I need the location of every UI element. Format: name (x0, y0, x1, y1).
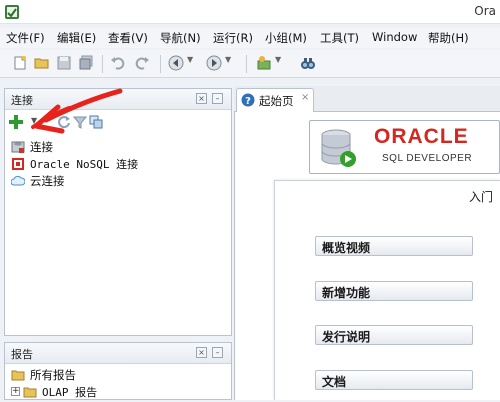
pane-restore-icon[interactable]: × (196, 347, 207, 358)
link-overview-video[interactable]: 概览视频 (315, 236, 473, 256)
tree-item-label: Oracle NoSQL 连接 (30, 158, 139, 171)
binoculars-icon[interactable] (300, 55, 316, 71)
connections-pane-title: 连接 (11, 94, 33, 107)
tree-item-label: OLAP 报告 (42, 386, 98, 399)
save-icon[interactable] (56, 55, 72, 71)
reports-pane-title: 报告 (11, 348, 33, 361)
app-icon (4, 4, 20, 20)
oracle-brand-text: ORACLE (374, 125, 469, 148)
menu-run[interactable]: 运行(R) (213, 30, 253, 46)
toolbar-separator (246, 55, 247, 73)
filter-icon[interactable] (72, 115, 88, 129)
tree-item-label: 连接 (30, 140, 53, 154)
menu-view[interactable]: 查看(V) (108, 30, 148, 46)
svg-text:?: ? (245, 96, 251, 107)
forward-icon[interactable] (206, 55, 222, 71)
cloud-icon (10, 174, 26, 187)
add-connection-dropdown-icon[interactable]: ▼ (31, 116, 37, 125)
tab-label: 起始页 (259, 94, 294, 108)
pane-restore-icon[interactable]: × (196, 93, 207, 104)
back-icon[interactable] (168, 55, 184, 71)
menu-team[interactable]: 小组(M) (265, 30, 307, 46)
nosql-icon (11, 157, 25, 170)
folder-icon (23, 385, 37, 398)
toolbar-separator (160, 55, 161, 73)
reports-pane-header: 报告 × – (5, 343, 231, 364)
product-name-text: SQL DEVELOPER (382, 153, 473, 164)
pane-minimize-icon[interactable]: – (212, 93, 223, 104)
link-release-notes[interactable]: 发行说明 (315, 325, 473, 345)
tree-item-label: 云连接 (30, 174, 65, 188)
database-logo-icon (318, 127, 358, 169)
connections-pane-header: 连接 × – (5, 89, 231, 110)
link-whats-new[interactable]: 新增功能 (315, 281, 473, 301)
schema-browser-icon[interactable] (89, 115, 103, 129)
menu-help[interactable]: 帮助(H) (428, 30, 469, 46)
oracle-sql-developer-logo: ORACLE SQL DEVELOPER (309, 120, 500, 174)
tab-close-icon[interactable]: × (301, 92, 309, 103)
help-icon: ? (241, 93, 255, 107)
connections-pane: 连接 × – ▼ 连接 Oracle NoSQL 连接 云连接 (4, 88, 232, 336)
menu-window[interactable]: Window (372, 30, 417, 44)
forward-dropdown-icon[interactable]: ▼ (225, 55, 231, 64)
redo-icon[interactable] (134, 55, 150, 71)
pane-minimize-icon[interactable]: – (212, 347, 223, 358)
tab-start-page[interactable]: ? 起始页 × (236, 88, 314, 112)
undo-icon[interactable] (110, 55, 126, 71)
toolbar-separator (102, 55, 103, 73)
window-title: Ora (474, 4, 496, 18)
menu-edit[interactable]: 编辑(E) (57, 30, 96, 46)
database-connection-icon (11, 140, 25, 153)
toolbar: ▼ ▼ ▼ (0, 50, 500, 78)
title-bar (0, 0, 500, 24)
menu-navigate[interactable]: 导航(N) (160, 30, 201, 46)
tree-item-label: 所有报告 (30, 368, 76, 382)
expand-icon[interactable]: + (11, 387, 20, 396)
save-all-icon[interactable] (78, 55, 94, 71)
folder-icon (11, 368, 25, 381)
open-folder-icon[interactable] (34, 55, 50, 71)
refresh-icon[interactable] (57, 115, 71, 129)
add-connection-icon[interactable] (9, 115, 23, 129)
getting-started-heading: 入门 (469, 190, 494, 204)
reports-pane: 报告 × – 所有报告 + OLAP 报告 (4, 342, 232, 400)
run-dropdown-icon[interactable]: ▼ (275, 55, 281, 64)
back-dropdown-icon[interactable]: ▼ (187, 55, 193, 64)
link-documentation[interactable]: 文档 (315, 370, 473, 390)
menu-bar: 文件(F) 编辑(E) 查看(V) 导航(N) 运行(R) 小组(M) 工具(T… (0, 28, 500, 48)
menu-file[interactable]: 文件(F) (6, 30, 45, 46)
new-file-icon[interactable] (12, 55, 28, 71)
run-icon[interactable] (256, 55, 272, 71)
menu-tools[interactable]: 工具(T) (320, 30, 359, 46)
